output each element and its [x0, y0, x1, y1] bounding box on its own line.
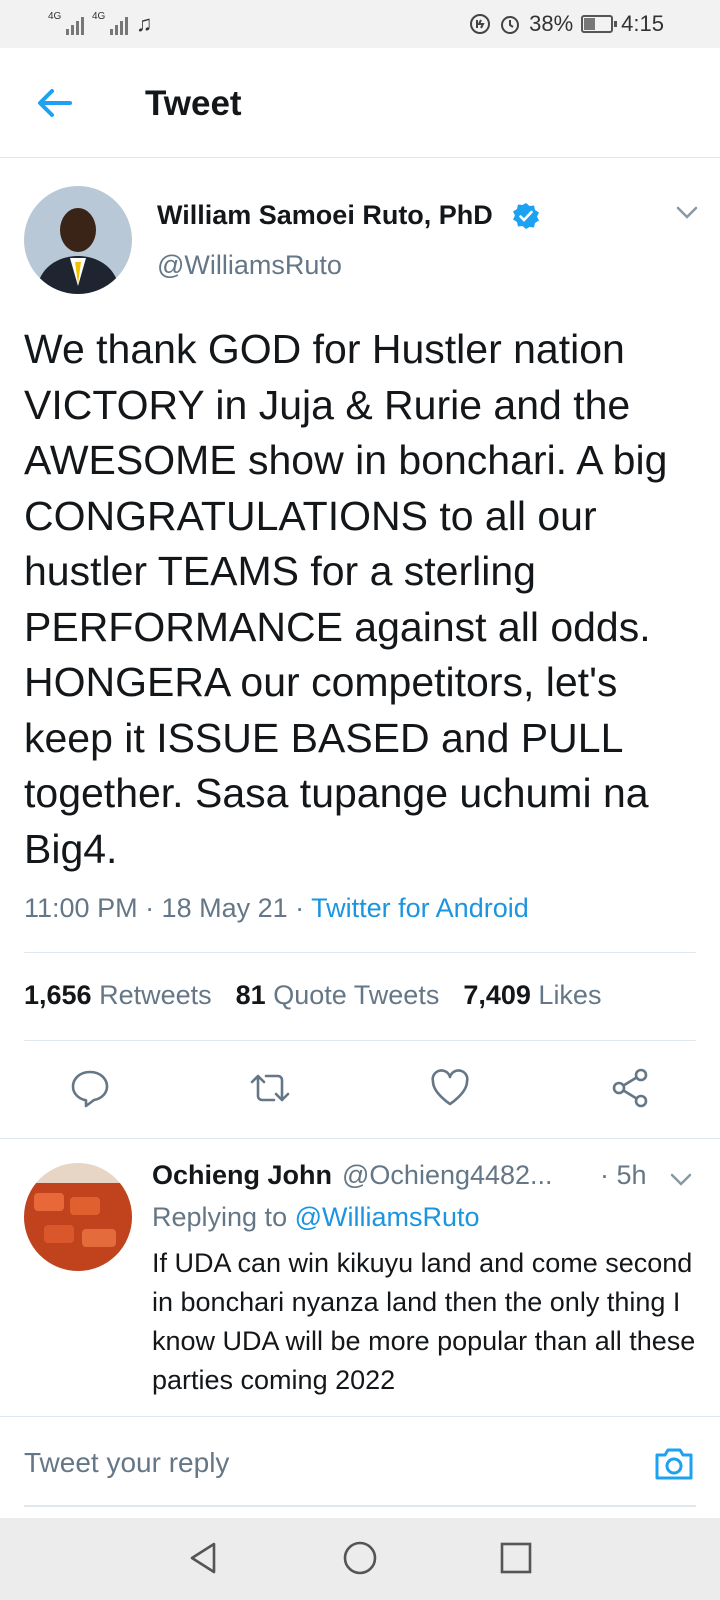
like-icon[interactable] [428, 1066, 472, 1110]
status-right: 38% 4:15 [469, 11, 664, 37]
signal-icon-2: 4G [92, 11, 128, 35]
reply-composer: Tweet your reply [0, 1416, 720, 1518]
reply-input[interactable]: Tweet your reply [24, 1447, 229, 1479]
author-handle[interactable]: @WilliamsRuto [157, 250, 342, 281]
reply-timestamp: · 5h [600, 1160, 647, 1190]
author-avatar[interactable] [24, 186, 132, 294]
reply-author-name[interactable]: Ochieng John [152, 1160, 332, 1191]
reply-avatar[interactable] [24, 1163, 132, 1271]
tweet-text: We thank GOD for Hustler nation VICTORY … [24, 326, 668, 872]
replying-to-link[interactable]: @WilliamsRuto [295, 1202, 480, 1232]
music-icon: ♫ [136, 11, 153, 36]
share-icon[interactable] [608, 1066, 652, 1110]
likes-stat[interactable]: 7,409 Likes [463, 980, 601, 1011]
composer-underline [24, 1505, 696, 1507]
divider [24, 1040, 696, 1041]
nav-recents-icon[interactable] [496, 1538, 536, 1578]
signal-icon: 4G [48, 11, 84, 35]
tweet-stats: 1,656 Retweets 81 Quote Tweets 7,409 Lik… [24, 980, 601, 1011]
tweet-actions [0, 1066, 720, 1126]
system-navigation-bar [0, 1518, 720, 1600]
nav-back-icon[interactable] [184, 1538, 224, 1578]
tweet-meta: 11:00 PM · 18 May 21 · Twitter for Andro… [24, 893, 529, 924]
retweets-stat[interactable]: 1,656 Retweets [24, 980, 212, 1011]
nav-home-icon[interactable] [340, 1538, 380, 1578]
section-divider [0, 1138, 720, 1139]
author-name[interactable]: William Samoei Ruto, PhD [157, 200, 493, 231]
page-title: Tweet [145, 84, 242, 123]
app-header: Tweet [0, 48, 720, 158]
chevron-down-icon[interactable] [670, 1173, 692, 1187]
reply-header: Ochieng John @Ochieng4482... [152, 1160, 553, 1191]
reply-text: If UDA can win kikuyu land and come seco… [152, 1248, 696, 1395]
tweet-timestamp: 11:00 PM · 18 May 21 · [24, 893, 312, 923]
verified-badge-icon [513, 203, 539, 229]
reply-icon[interactable] [68, 1066, 112, 1110]
quote-tweets-stat[interactable]: 81 Quote Tweets [236, 980, 440, 1011]
battery-percent: 38% [529, 11, 574, 36]
data-saver-icon [470, 14, 491, 34]
clock: 4:15 [621, 11, 664, 36]
camera-icon[interactable] [652, 1441, 696, 1485]
status-left: 4G 4G ♫ [48, 11, 153, 37]
retweet-icon[interactable] [248, 1066, 292, 1110]
alarm-icon [501, 16, 520, 34]
back-arrow-icon[interactable] [34, 83, 74, 123]
replying-to: Replying to @WilliamsRuto [152, 1202, 480, 1232]
battery-icon [581, 15, 618, 33]
status-bar: 4G 4G ♫ 38% 4:15 [0, 0, 720, 48]
divider [24, 952, 696, 953]
tweet-source-link[interactable]: Twitter for Android [311, 893, 529, 923]
reply-author-handle[interactable]: @Ochieng4482... [342, 1160, 553, 1191]
chevron-down-icon[interactable] [676, 206, 698, 220]
